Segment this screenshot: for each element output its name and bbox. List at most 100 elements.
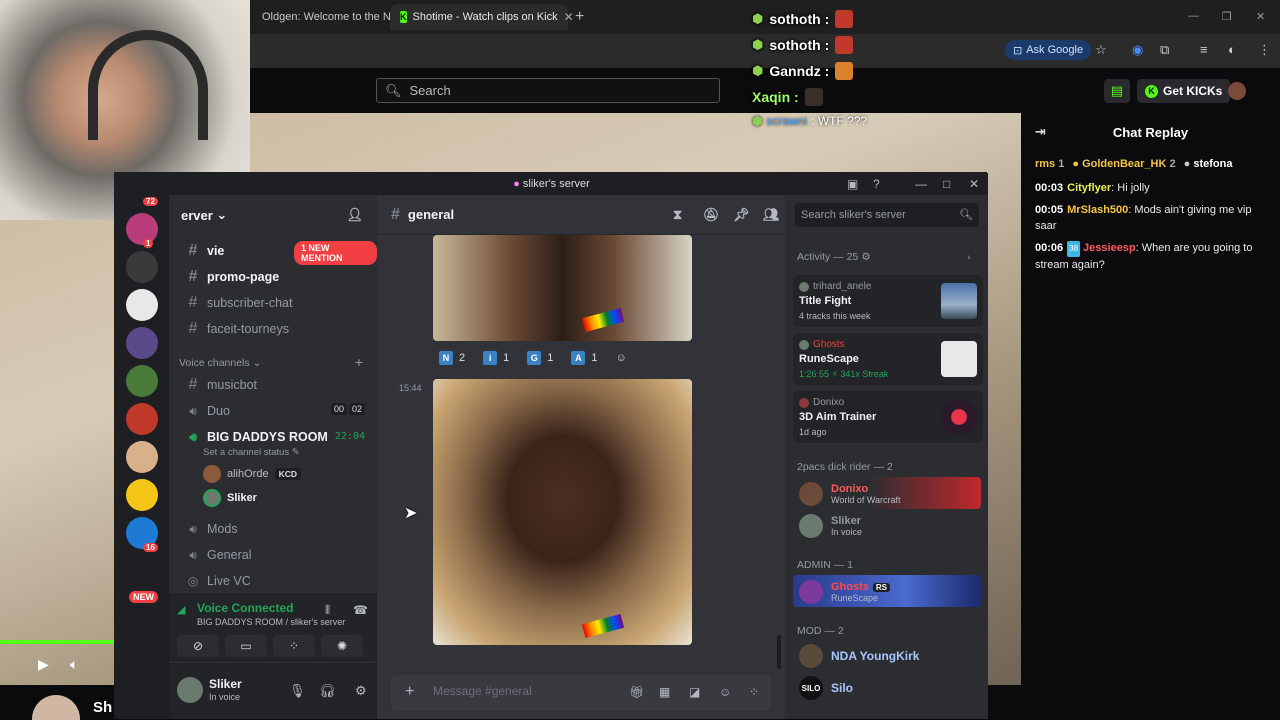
- add-channel-icon[interactable]: +: [355, 354, 363, 370]
- pin-icon[interactable]: 📌︎: [733, 207, 750, 223]
- emote-icon: [835, 10, 854, 28]
- voice-category-header[interactable]: Voice channels ⌄: [179, 357, 261, 369]
- mute-icon[interactable]: 🔕︎: [703, 207, 720, 223]
- maximize-icon[interactable]: □: [943, 173, 950, 195]
- channel-live-vc[interactable]: ◎ Live VC: [177, 569, 369, 593]
- gear-icon[interactable]: ⚙: [355, 683, 367, 699]
- headphones-icon[interactable]: 🎧︎: [319, 683, 336, 699]
- reaction[interactable]: A1: [565, 348, 603, 368]
- members-icon[interactable]: 👥︎: [763, 207, 780, 223]
- screen-share-icon[interactable]: ▭: [225, 635, 267, 657]
- gifter[interactable]: ● stefona: [1184, 158, 1233, 170]
- server-search-input[interactable]: Search sliker's server 🔍︎: [795, 203, 979, 227]
- attach-plus-icon[interactable]: +: [405, 683, 414, 701]
- minimize-icon[interactable]: —: [1188, 10, 1199, 22]
- avatar: [203, 465, 221, 483]
- video-progress-bar[interactable]: [0, 640, 120, 644]
- avatar[interactable]: [177, 677, 203, 703]
- noise-suppression-icon[interactable]: ⫴: [325, 603, 330, 618]
- inbox-icon[interactable]: ▣: [847, 173, 858, 195]
- member-item[interactable]: NDA YoungKirk: [799, 641, 919, 671]
- gifter[interactable]: rms 1: [1035, 158, 1064, 170]
- streamer-avatar[interactable]: [32, 695, 80, 720]
- scrollbar[interactable]: [777, 635, 781, 669]
- image-attachment[interactable]: [433, 235, 692, 341]
- voice-user[interactable]: Sliker: [203, 487, 257, 509]
- add-reaction-icon[interactable]: ☺: [610, 348, 633, 368]
- close-icon[interactable]: ✕: [969, 173, 979, 195]
- server-icon[interactable]: [126, 251, 158, 283]
- close-tab-icon[interactable]: ✕: [564, 10, 574, 24]
- restore-icon[interactable]: ❐: [1222, 10, 1232, 23]
- image-attachment[interactable]: [433, 379, 692, 645]
- streamer-name[interactable]: Sh: [93, 699, 112, 716]
- bookmark-star-icon[interactable]: ☆: [1095, 42, 1107, 58]
- gif-icon[interactable]: ▦: [659, 685, 670, 699]
- server-icon[interactable]: [126, 327, 158, 359]
- activity-card[interactable]: Ghosts RuneScape 1:26:55 ⚡ 341x Streak: [793, 333, 983, 385]
- server-icon[interactable]: [126, 403, 158, 435]
- disconnect-icon[interactable]: ☎: [353, 603, 368, 617]
- puzzle-icon[interactable]: ⧉: [1160, 42, 1169, 58]
- channel-subscriber-chat[interactable]: # subscriber-chat: [177, 291, 369, 315]
- soundboard-icon[interactable]: ✺: [321, 635, 363, 657]
- activity-header[interactable]: Activity — 25 ⚙: [797, 251, 871, 263]
- new-tab-icon[interactable]: +: [575, 8, 584, 26]
- voice-connected-panel: ◢ Voice Connected BIG DADDYS ROOM / slik…: [169, 593, 377, 661]
- member-item[interactable]: Ghosts RS RuneScape: [799, 577, 891, 607]
- reaction[interactable]: G1: [521, 348, 559, 368]
- sticker-icon[interactable]: ◪: [689, 685, 700, 699]
- user-avatar[interactable]: [1228, 82, 1246, 100]
- server-icon[interactable]: [126, 365, 158, 397]
- server-icon[interactable]: [126, 441, 158, 473]
- chevron-right-icon[interactable]: ›: [967, 251, 971, 263]
- media-icon[interactable]: ≡: [1200, 42, 1208, 57]
- threads-icon[interactable]: ⧗: [673, 207, 682, 223]
- help-icon[interactable]: ?: [873, 173, 880, 195]
- member-item[interactable]: Donixo World of Warcraft: [799, 479, 901, 509]
- minimize-icon[interactable]: —: [915, 173, 927, 195]
- activities-icon[interactable]: ⁘: [273, 635, 315, 657]
- menu-icon[interactable]: ⋮: [1258, 42, 1271, 58]
- browser-tab-shotime[interactable]: K Shotime - Watch clips on Kick ✕: [390, 4, 574, 30]
- message-timestamp: 15:44: [399, 383, 422, 393]
- get-kicks-button[interactable]: K Get KICKs: [1137, 79, 1231, 103]
- camera-off-icon[interactable]: ⊘: [177, 635, 219, 657]
- stats-icon[interactable]: ▤: [1104, 79, 1130, 103]
- volume-icon[interactable]: 🔈︎: [70, 656, 78, 673]
- channel-promo-page[interactable]: # promo-page: [177, 265, 369, 289]
- gifter[interactable]: ● GoldenBear_HK 2: [1072, 158, 1175, 170]
- new-mention-badge[interactable]: 1 NEW MENTION: [294, 241, 377, 265]
- server-icon[interactable]: [126, 213, 158, 245]
- server-icon[interactable]: [126, 289, 158, 321]
- server-icon[interactable]: [126, 479, 158, 511]
- activity-card[interactable]: Donixo 3D Aim Trainer 1d ago: [793, 391, 983, 443]
- profile-icon[interactable]: ◐: [1228, 42, 1236, 57]
- server-name-header[interactable]: erver ⌄ 👤︎: [169, 195, 377, 235]
- message-input[interactable]: [433, 684, 613, 698]
- activity-card[interactable]: trihard_anele Title Fight 4 tracks this …: [793, 275, 983, 327]
- ask-google-button[interactable]: ⊡ Ask Google: [1005, 40, 1092, 60]
- member-item[interactable]: SILO Silo: [799, 673, 853, 703]
- invite-icon[interactable]: 👤︎: [346, 207, 363, 223]
- extension-icon[interactable]: ◉: [1132, 42, 1143, 58]
- reaction[interactable]: N2: [433, 348, 471, 368]
- channel-general-voice[interactable]: 🔊︎ General: [177, 543, 369, 567]
- kick-search-input[interactable]: 🔍︎ Search: [376, 78, 720, 103]
- reaction[interactable]: i1: [477, 348, 515, 368]
- collapse-chat-icon[interactable]: ⇥: [1035, 124, 1046, 140]
- microphone-icon[interactable]: 🎙︎: [289, 683, 306, 699]
- signal-icon[interactable]: ◢: [177, 603, 185, 616]
- set-channel-status[interactable]: Set a channel status ✎: [203, 447, 300, 458]
- emoji-icon[interactable]: ☺: [719, 685, 731, 699]
- gift-icon[interactable]: 🎁︎: [629, 685, 644, 699]
- close-window-icon[interactable]: ✕: [1256, 10, 1265, 23]
- channel-mods[interactable]: 🔊︎ Mods: [177, 517, 369, 541]
- apps-icon[interactable]: ⁘: [749, 685, 759, 699]
- member-item[interactable]: Sliker In voice: [799, 511, 862, 541]
- channel-musicbot[interactable]: # musicbot: [177, 373, 369, 397]
- channel-faceit-tourneys[interactable]: # faceit-tourneys: [177, 317, 369, 341]
- play-icon[interactable]: ▶: [38, 656, 49, 673]
- voice-user[interactable]: alihOrde KCD: [203, 463, 301, 485]
- runescape-logo-icon: [941, 341, 977, 377]
